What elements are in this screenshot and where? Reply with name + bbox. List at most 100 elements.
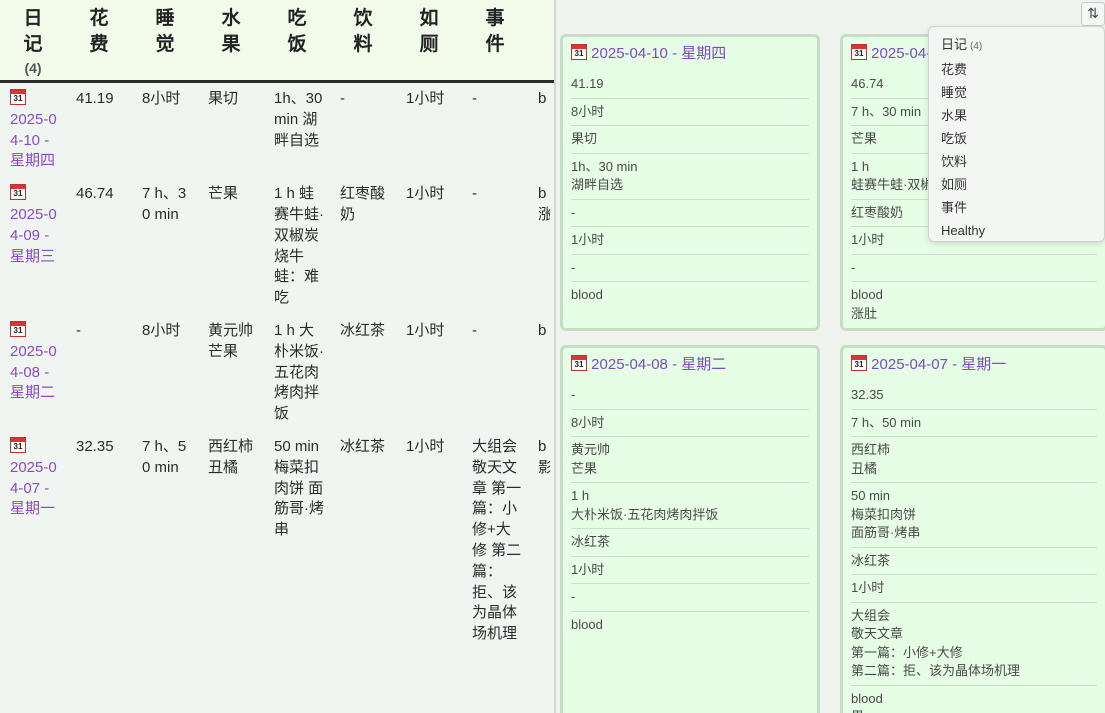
table-row: 31 2025-04-10 - 星期四 41.19 8小时 果切 1h、30 m…	[0, 82, 554, 179]
column-header-sleep[interactable]: 睡觉	[132, 0, 198, 83]
card-field-toilet: 1小时	[571, 557, 809, 584]
table-header-row: 日记 (4) 花费 睡觉 水果 吃饭 饮料 如厕 事件	[0, 0, 554, 83]
card-field-event: -	[571, 255, 809, 282]
event-cell: 大组会 敬天文章 第一篇：小修+大修 第二篇：拒、该为晶体场机理	[472, 437, 522, 643]
menu-item-sleep[interactable]: 睡觉	[929, 81, 1104, 104]
healthy-note: 果	[851, 708, 1097, 713]
menu-item-diary[interactable]: 日记 (4)	[929, 33, 1104, 58]
fruit-cell: 黄元帅 芒果	[208, 321, 254, 360]
toilet-cell: 1小时	[406, 437, 445, 455]
calendar-icon: 31	[851, 355, 867, 371]
fruit-value: 丑橘	[851, 460, 878, 476]
column-header-label: 饮料	[353, 8, 373, 55]
column-header-meal[interactable]: 吃饭	[264, 0, 330, 83]
column-header-healthy[interactable]	[528, 0, 554, 83]
meal-time: 1 h	[571, 488, 590, 503]
meal-cell: 1 h 大朴米饭·五花肉烤肉拌饭	[274, 321, 324, 423]
card-field-sleep: 7 h、50 min	[851, 410, 1097, 437]
healthy-cell: b 涨	[528, 178, 554, 315]
healthy-value: b 涨	[538, 185, 550, 223]
entry-card[interactable]: 31 2025-04-07 - 星期一 32.35 7 h、50 min 西红柿…	[840, 345, 1105, 713]
meal-cell: 1 h 蛙赛牛蛙·双椒炭烧牛蛙：难吃	[274, 185, 324, 307]
calendar-icon: 31	[10, 436, 26, 453]
column-header-label: 花费	[89, 8, 109, 55]
card-field-sleep: 8小时	[571, 410, 809, 437]
calendar-icon: 31	[571, 355, 587, 371]
date-link[interactable]: 2025-04-08 - 星期二	[10, 343, 57, 402]
meal-place: 面筋哥·烤串	[851, 525, 921, 540]
date-link[interactable]: 2025-04-09 - 星期三	[10, 206, 57, 265]
column-header-diary[interactable]: 日记 (4)	[0, 0, 66, 83]
column-header-cost[interactable]: 花费	[66, 0, 132, 83]
card-field-toilet: 1小时	[571, 227, 809, 255]
calendar-icon: 31	[10, 184, 26, 201]
sort-button[interactable]: ⇅	[1081, 2, 1105, 26]
card-field-cost: 32.35	[851, 382, 1097, 410]
cost-cell: 41.19	[76, 90, 114, 107]
toilet-cell: 1小时	[406, 90, 445, 107]
column-header-label: 事件	[485, 8, 505, 55]
calendar-icon: 31	[851, 44, 867, 60]
table-row: 31 2025-04-07 - 星期一 32.35 7 h、50 min 西红柿…	[0, 431, 554, 651]
menu-item-event[interactable]: 事件	[929, 196, 1104, 219]
card-field-meal: 1 h 大朴米饭·五花肉烤肉拌饭	[571, 483, 809, 529]
event-line: 大组会	[851, 607, 891, 623]
table-row: 31 2025-04-08 - 星期二 - 8小时 黄元帅 芒果 1 h 大朴米…	[0, 315, 554, 431]
date-cell: 31 2025-04-08 - 星期二	[0, 315, 66, 431]
card-date-link[interactable]: 2025-04-08 - 星期二	[591, 356, 726, 373]
column-header-fruit[interactable]: 水果	[198, 0, 264, 83]
card-field-healthy: blood 涨肚	[851, 282, 1097, 327]
card-title: 31 2025-04-07 - 星期一	[851, 352, 1097, 382]
card-field-drink: 冰红茶	[571, 529, 809, 557]
column-header-event[interactable]: 事件	[462, 0, 528, 83]
menu-item-toilet[interactable]: 如厕	[929, 173, 1104, 196]
card-field-healthy: blood	[571, 287, 603, 302]
meal-place: 湖畔自选	[571, 177, 624, 192]
menu-item-meal[interactable]: 吃饭	[929, 127, 1104, 150]
card-field-drink: -	[571, 200, 809, 227]
event-line: 敬天文章	[851, 626, 904, 641]
menu-item-drink[interactable]: 饮料	[929, 150, 1104, 173]
event-cell: -	[472, 90, 477, 107]
cost-cell: 46.74	[76, 185, 114, 203]
card-field-cost: -	[571, 382, 809, 410]
date-link[interactable]: 2025-04-07 - 星期一	[10, 459, 57, 518]
healthy-cell: b 影	[528, 431, 554, 651]
meal-cell: 50 min 梅菜扣肉饼 面筋哥·烤串	[274, 437, 324, 539]
menu-item-cost[interactable]: 花费	[929, 58, 1104, 81]
meal-time: 1h、30 min	[571, 158, 638, 174]
healthy-value: b	[538, 321, 547, 339]
card-field-sleep: 8小时	[571, 99, 809, 126]
healthy-value: blood	[851, 287, 883, 302]
cost-cell: -	[76, 321, 81, 339]
card-title: 31 2025-04-08 - 星期二	[571, 352, 809, 382]
menu-item-fruit[interactable]: 水果	[929, 104, 1104, 127]
card-date-link[interactable]: 2025-04-10 - 星期四	[591, 45, 726, 62]
sleep-cell: 7 h、50 min	[142, 437, 187, 476]
card-date-link[interactable]: 2025-04-07 - 星期一	[871, 356, 1006, 373]
meal-time: 50 min	[851, 488, 891, 503]
column-header-label: 吃饭	[287, 8, 307, 55]
sleep-cell: 8小时	[142, 321, 181, 339]
card-field-healthy: blood 果	[851, 686, 1097, 713]
fruit-value: 芒果	[571, 460, 598, 476]
fruit-cell: 果切	[208, 90, 239, 107]
drink-cell: -	[340, 90, 345, 107]
column-count: (4)	[24, 60, 42, 76]
entry-card[interactable]: 31 2025-04-10 - 星期四 41.19 8小时 果切 1h、30 m…	[560, 34, 820, 331]
table-view: 日记 (4) 花费 睡觉 水果 吃饭 饮料 如厕 事件 31 2025-04-1…	[0, 0, 554, 713]
card-field-meal: 50 min 梅菜扣肉饼 面筋哥·烤串	[851, 483, 1097, 548]
calendar-icon: 31	[10, 89, 26, 105]
column-header-drink[interactable]: 饮料	[330, 0, 396, 83]
menu-item-healthy[interactable]: Healthy	[929, 219, 1104, 242]
date-link[interactable]: 2025-04-10 - 星期四	[10, 111, 57, 170]
card-field-fruit: 果切	[571, 126, 809, 154]
card-field-drink: 冰红茶	[851, 548, 1097, 575]
column-header-label: 水果	[221, 8, 241, 55]
healthy-value: b	[538, 90, 547, 107]
entry-card[interactable]: 31 2025-04-08 - 星期二 - 8小时 黄元帅 芒果 1 h 大朴米…	[560, 345, 820, 713]
healthy-cell: b	[528, 82, 554, 179]
healthy-note: 涨肚	[851, 305, 878, 321]
column-header-toilet[interactable]: 如厕	[396, 0, 462, 83]
sleep-cell: 8小时	[142, 90, 181, 107]
